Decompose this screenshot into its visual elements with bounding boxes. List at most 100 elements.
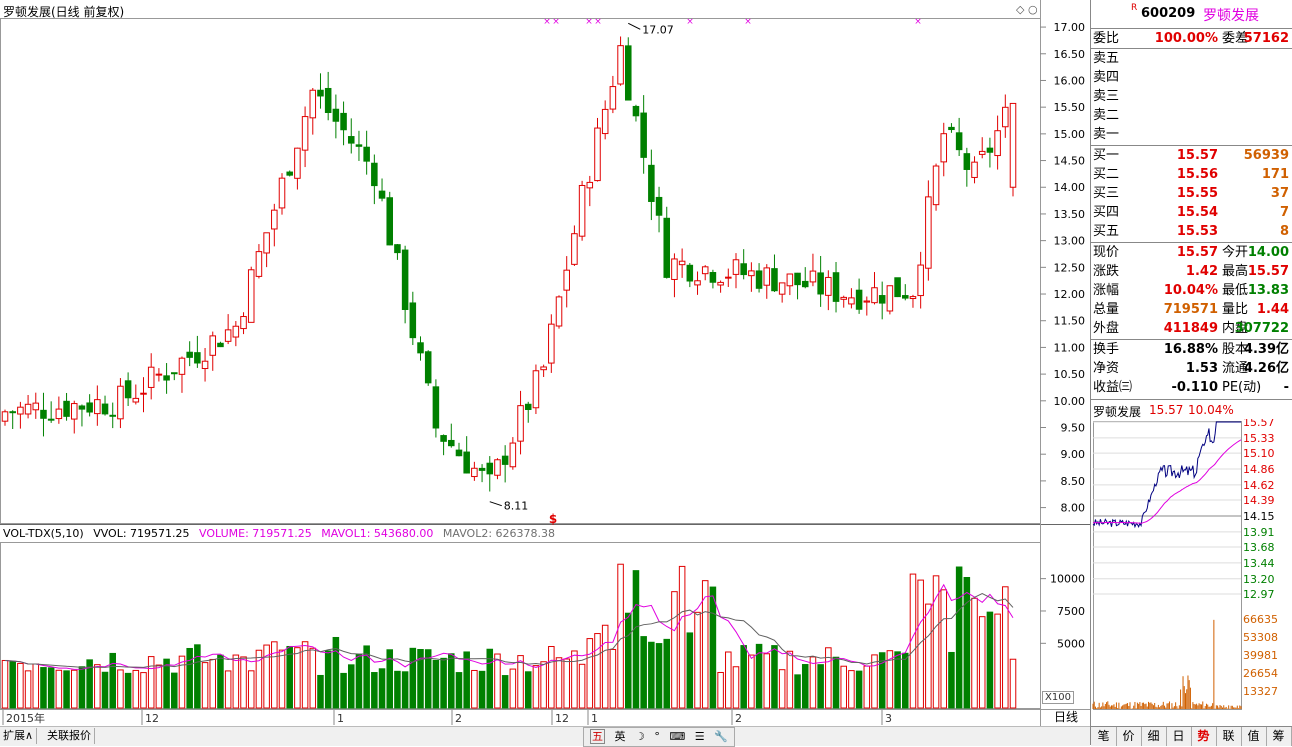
candle[interactable] [1,409,9,426]
candle[interactable] [109,402,116,429]
vol-indicator-name[interactable]: VOL-TDX(5,10) [3,527,84,540]
kline-chart-area[interactable]: 17.00 16.50 16.00 15.50 15.00 14.50 14.00 13.50… [0,0,1090,747]
candle[interactable] [271,203,278,247]
buy-row[interactable]: 买一 15.57 56939 [1091,146,1291,165]
candle[interactable] [878,281,886,320]
candle[interactable] [663,206,671,279]
expand-button[interactable]: 扩展∧ [0,728,38,744]
sell-row[interactable]: 卖二 [1091,106,1291,125]
candle[interactable] [925,180,932,281]
candle[interactable] [555,295,563,329]
candle[interactable] [394,244,401,260]
candle[interactable] [247,266,255,323]
candle[interactable] [894,277,901,298]
keyboard-icon[interactable]: ⌨ [669,730,685,743]
candle[interactable] [517,390,524,455]
candle[interactable] [963,147,971,187]
candle[interactable] [371,154,378,205]
candle[interactable] [9,410,16,430]
candle[interactable] [755,263,763,293]
period-label[interactable]: 日线 [1042,709,1090,725]
candle[interactable] [563,256,570,308]
candle[interactable] [632,104,640,122]
candle[interactable] [994,115,1001,170]
candle[interactable] [848,288,855,309]
candle[interactable] [378,178,386,202]
candle[interactable] [601,100,609,140]
candle[interactable] [232,321,240,347]
candle[interactable] [209,331,217,371]
panel-tab[interactable]: 笔 [1091,727,1117,746]
candle[interactable] [817,255,824,307]
candle[interactable] [794,272,801,300]
candle[interactable] [432,379,440,438]
moon-icon[interactable]: ☽ [635,730,645,743]
candle[interactable] [101,395,109,416]
buy-row[interactable]: 买二 15.56 171 [1091,165,1291,184]
candle[interactable] [324,71,332,121]
candle[interactable] [863,296,871,316]
candle[interactable] [871,272,878,305]
buy-row[interactable]: 买三 15.55 37 [1091,184,1291,203]
candle[interactable] [47,401,55,423]
candle[interactable] [448,423,455,448]
candle[interactable] [117,378,124,429]
candle[interactable] [63,392,70,421]
candle[interactable] [655,186,663,233]
candle[interactable] [386,191,394,246]
candle[interactable] [301,106,309,168]
candle[interactable] [401,245,409,324]
candle[interactable] [686,263,694,288]
candle[interactable] [478,464,486,483]
punct-icon[interactable]: ° [654,730,660,743]
candle[interactable] [171,372,178,381]
candle[interactable] [571,225,578,266]
candle[interactable] [855,278,863,314]
candle[interactable] [40,392,47,437]
candle[interactable] [155,368,163,382]
candle[interactable] [763,264,771,299]
candle[interactable] [509,437,517,470]
candle[interactable] [278,173,286,215]
candle[interactable] [717,280,724,293]
menu-icon[interactable]: ☰ [695,730,705,743]
candle[interactable] [594,117,601,182]
chart-corner-icons[interactable]: ◇ ○ [1016,3,1038,16]
candle[interactable] [778,282,786,303]
candle[interactable] [586,175,594,207]
candle[interactable] [694,271,701,295]
candle[interactable] [178,356,186,393]
candle[interactable] [17,401,24,429]
candle[interactable] [725,268,732,287]
candle[interactable] [917,251,924,309]
candle[interactable] [740,249,747,280]
candle[interactable] [701,265,709,281]
candle[interactable] [332,94,340,139]
candle[interactable] [578,180,586,241]
panel-tab[interactable]: 筹 [1266,727,1292,746]
candle[interactable] [617,36,624,86]
candle[interactable] [463,436,470,474]
buy-row[interactable]: 买五 15.53 8 [1091,222,1291,241]
candle[interactable] [309,87,317,135]
candle[interactable] [340,101,347,146]
candle[interactable] [355,130,363,161]
wrench-icon[interactable]: 🔧 [714,730,728,743]
diamond-icon[interactable]: ◇ [1016,3,1024,16]
candle[interactable] [624,37,632,101]
candle[interactable] [678,248,686,278]
circle-icon[interactable]: ○ [1028,3,1038,16]
candle[interactable] [147,353,155,400]
candle[interactable] [417,336,424,361]
candle[interactable] [540,364,547,377]
sell-row[interactable]: 卖三 [1091,87,1291,106]
candle[interactable] [240,312,247,335]
candle[interactable] [455,442,463,457]
panel-tab[interactable]: 价 [1116,727,1142,746]
candle[interactable] [494,458,501,480]
candle[interactable] [409,291,417,346]
candle[interactable] [263,232,270,268]
candle[interactable] [986,137,994,168]
candle[interactable] [501,445,509,483]
candle[interactable] [640,95,647,174]
